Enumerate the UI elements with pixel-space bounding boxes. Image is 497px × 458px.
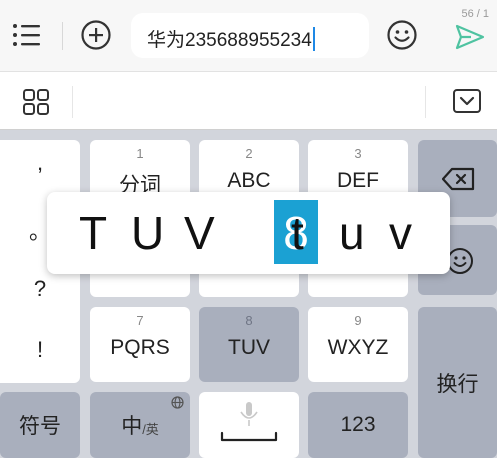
add-attachment-icon[interactable] [80, 19, 112, 51]
language-key-main: 中 [121, 415, 143, 438]
text-caret [312, 27, 315, 51]
numeric-key[interactable]: 123 [308, 392, 408, 458]
numeric-key-label: 123 [340, 413, 376, 436]
send-icon[interactable] [455, 24, 485, 50]
ime-toolbar [0, 71, 497, 130]
char-counter: 56 / 1 [461, 8, 489, 20]
list-menu-icon[interactable] [12, 22, 42, 48]
key-3-number: 3 [354, 146, 362, 161]
key-candidate-popup: T U V 8 t u v [47, 192, 450, 274]
hide-keyboard-icon[interactable] [452, 88, 482, 114]
symbol-exclaim[interactable]: ! [0, 337, 80, 363]
candidate-T[interactable]: T [79, 206, 107, 260]
key-7[interactable]: 7 PQRS [90, 307, 190, 382]
enter-key-label: 换行 [436, 372, 479, 396]
enter-key[interactable]: 换行 [418, 307, 497, 458]
symbol-key-label: 符号 [19, 415, 61, 438]
compose-divider [62, 22, 63, 50]
key-2-number: 2 [245, 146, 253, 161]
space-key[interactable] [199, 392, 299, 458]
language-key[interactable]: 中/英 [90, 392, 190, 458]
key-7-label: PQRS [110, 336, 170, 359]
globe-icon [171, 396, 184, 409]
key-2-label: ABC [227, 169, 271, 192]
emoji-key-icon [447, 248, 473, 274]
key-3-label: DEF [337, 169, 379, 192]
key-9[interactable]: 9 WXYZ [308, 307, 408, 382]
candidate-V[interactable]: V [184, 206, 215, 260]
symbol-question[interactable]: ? [0, 276, 80, 302]
message-input[interactable]: 华为235688955234 [131, 13, 369, 58]
backspace-icon [442, 167, 475, 191]
key-8-label: TUV [228, 336, 270, 359]
key-8-number: 8 [245, 313, 253, 328]
symbol-comma[interactable]: , [0, 150, 80, 176]
key-8[interactable]: 8 TUV [199, 307, 299, 382]
toolbar-divider-right [425, 86, 426, 118]
app-root: 华为235688955234 56 / 1 , 。 ? ! 1 分词 2 ABC… [0, 0, 497, 458]
compose-bar: 华为235688955234 56 / 1 [0, 0, 497, 71]
emoji-icon[interactable] [386, 19, 418, 51]
key-7-number: 7 [136, 313, 144, 328]
toolbar-divider-left [72, 86, 73, 118]
candidate-u[interactable]: u [339, 206, 365, 260]
message-input-text: 华为235688955234 [147, 30, 312, 51]
key-9-number: 9 [354, 313, 362, 328]
apps-grid-icon[interactable] [22, 88, 50, 116]
language-key-sub: /英 [142, 421, 159, 437]
voice-mic-icon [220, 402, 278, 442]
candidate-U[interactable]: U [131, 206, 164, 260]
candidate-t[interactable]: t [291, 206, 304, 260]
key-1-number: 1 [136, 146, 144, 161]
candidate-v[interactable]: v [389, 206, 412, 260]
symbol-key[interactable]: 符号 [0, 392, 80, 458]
key-9-label: WXYZ [327, 336, 389, 359]
